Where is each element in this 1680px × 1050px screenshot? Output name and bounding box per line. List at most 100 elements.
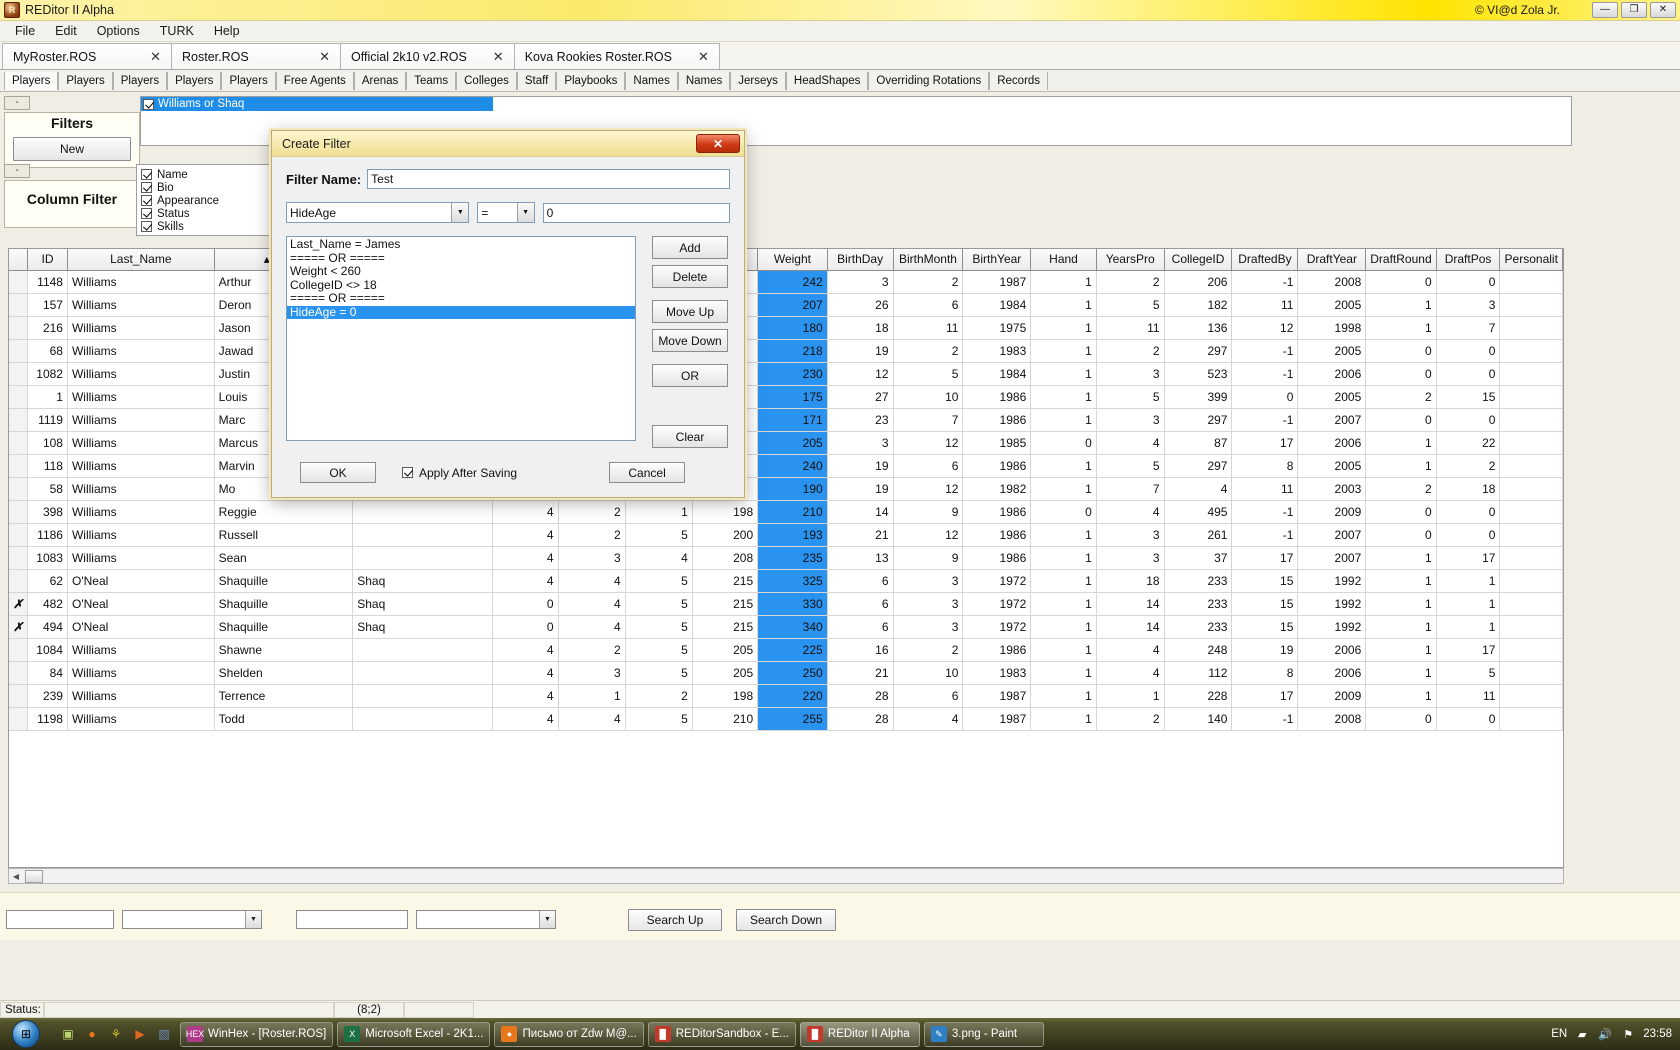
- cell-birthmonth[interactable]: 2: [893, 638, 963, 661]
- section-tab-players-2[interactable]: Players: [113, 72, 167, 90]
- cell-draftpos[interactable]: 22: [1436, 431, 1500, 454]
- cell-yearspro[interactable]: 4: [1096, 431, 1164, 454]
- cell-personality[interactable]: [1500, 339, 1563, 362]
- table-row[interactable]: 239WilliamsTerrence412198220286198711228…: [9, 684, 1563, 707]
- cell-yearspro[interactable]: 4: [1096, 638, 1164, 661]
- chevron-down-icon[interactable]: ▼: [451, 203, 468, 222]
- cell-birthday[interactable]: 6: [827, 615, 893, 638]
- cell-collegeid[interactable]: 297: [1164, 339, 1232, 362]
- cell-hand[interactable]: 1: [1031, 362, 1097, 385]
- cell-id[interactable]: 1198: [28, 707, 68, 730]
- section-tab-players-1[interactable]: Players: [58, 72, 112, 90]
- cell-birthyear[interactable]: 1972: [963, 592, 1031, 615]
- cell-nickname[interactable]: [353, 661, 493, 684]
- table-row[interactable]: 216WilliamsJason180181119751111361219981…: [9, 316, 1563, 339]
- cell-c6[interactable]: 2: [558, 523, 625, 546]
- cell-last_name[interactable]: O'Neal: [67, 615, 214, 638]
- scroll-left-icon[interactable]: ◀: [9, 869, 23, 883]
- section-tab-players-3[interactable]: Players: [167, 72, 221, 90]
- cell-hand[interactable]: 1: [1031, 592, 1097, 615]
- cell-c5[interactable]: 4: [493, 546, 558, 569]
- cell-draftyear[interactable]: 1998: [1298, 316, 1366, 339]
- cell-draftedby[interactable]: 19: [1232, 638, 1298, 661]
- network-icon[interactable]: ▰: [1574, 1026, 1590, 1042]
- cell-birthday[interactable]: 19: [827, 339, 893, 362]
- cell-birthyear[interactable]: 1983: [963, 339, 1031, 362]
- cell-personality[interactable]: [1500, 707, 1563, 730]
- add-button[interactable]: Add: [652, 236, 728, 259]
- cell-c6[interactable]: 4: [558, 592, 625, 615]
- cell-draftround[interactable]: 0: [1366, 362, 1436, 385]
- cell-rowhdr[interactable]: [9, 523, 28, 546]
- cell-draftyear[interactable]: 1992: [1298, 569, 1366, 592]
- cell-rowhdr[interactable]: [9, 316, 28, 339]
- cell-c6[interactable]: 4: [558, 615, 625, 638]
- cell-height[interactable]: 215: [692, 615, 757, 638]
- menu-item-edit[interactable]: Edit: [46, 22, 86, 40]
- cell-id[interactable]: 216: [28, 316, 68, 339]
- cell-rowhdr[interactable]: [9, 408, 28, 431]
- cell-collegeid[interactable]: 495: [1164, 500, 1232, 523]
- cell-collegeid[interactable]: 206: [1164, 270, 1232, 293]
- cell-c6[interactable]: 2: [558, 638, 625, 661]
- cell-birthmonth[interactable]: 2: [893, 270, 963, 293]
- cell-birthmonth[interactable]: 7: [893, 408, 963, 431]
- cell-height[interactable]: 200: [692, 523, 757, 546]
- cell-yearspro[interactable]: 5: [1096, 293, 1164, 316]
- cell-rowhdr[interactable]: [9, 270, 28, 293]
- cell-id[interactable]: 1082: [28, 362, 68, 385]
- language-indicator[interactable]: EN: [1551, 1028, 1567, 1040]
- cell-id[interactable]: 1: [28, 385, 68, 408]
- cell-birthmonth[interactable]: 5: [893, 362, 963, 385]
- cell-draftyear[interactable]: 2009: [1298, 684, 1366, 707]
- cell-draftyear[interactable]: 2006: [1298, 661, 1366, 684]
- cell-weight[interactable]: 180: [758, 316, 828, 339]
- cell-draftedby[interactable]: 8: [1232, 454, 1298, 477]
- column-header-birthyear[interactable]: BirthYear: [963, 249, 1031, 270]
- cell-c5[interactable]: 4: [493, 500, 558, 523]
- cell-height[interactable]: 215: [692, 569, 757, 592]
- condition-item[interactable]: CollegeID <> 18: [287, 279, 635, 293]
- cell-draftpos[interactable]: 11: [1436, 684, 1500, 707]
- cell-birthday[interactable]: 28: [827, 707, 893, 730]
- cell-c7[interactable]: 5: [625, 592, 692, 615]
- cell-yearspro[interactable]: 7: [1096, 477, 1164, 500]
- cell-personality[interactable]: [1500, 270, 1563, 293]
- cell-id[interactable]: 1083: [28, 546, 68, 569]
- delete-button[interactable]: Delete: [652, 265, 728, 288]
- search-up-button[interactable]: Search Up: [628, 909, 722, 931]
- cell-draftedby[interactable]: 11: [1232, 293, 1298, 316]
- cell-last_name[interactable]: Williams: [67, 523, 214, 546]
- utility-icon[interactable]: ⚘: [106, 1024, 126, 1044]
- document-tab-official-2k10[interactable]: Official 2k10 v2.ROS ✕: [340, 43, 515, 69]
- cell-birthyear[interactable]: 1986: [963, 546, 1031, 569]
- cell-birthmonth[interactable]: 12: [893, 477, 963, 500]
- column-header-personality[interactable]: Personalit: [1500, 249, 1563, 270]
- chevron-down-icon[interactable]: ▼: [245, 911, 261, 928]
- cell-draftround[interactable]: 1: [1366, 592, 1436, 615]
- cell-collegeid[interactable]: 399: [1164, 385, 1232, 408]
- taskbar-button[interactable]: ●Письмо от Zdw M@...: [494, 1022, 643, 1047]
- filters-collapse-button[interactable]: -: [4, 96, 30, 110]
- cell-draftpos[interactable]: 17: [1436, 546, 1500, 569]
- section-tab-players-4[interactable]: Players: [221, 72, 275, 90]
- cell-id[interactable]: 494: [28, 615, 68, 638]
- cell-hand[interactable]: 0: [1031, 500, 1097, 523]
- cell-c5[interactable]: 0: [493, 615, 558, 638]
- cell-id[interactable]: 118: [28, 454, 68, 477]
- cell-draftpos[interactable]: 3: [1436, 293, 1500, 316]
- cell-nickname[interactable]: [353, 707, 493, 730]
- cell-draftpos[interactable]: 0: [1436, 707, 1500, 730]
- cell-personality[interactable]: [1500, 408, 1563, 431]
- cell-draftyear[interactable]: 2007: [1298, 523, 1366, 546]
- cell-hand[interactable]: 1: [1031, 615, 1097, 638]
- cell-birthday[interactable]: 18: [827, 316, 893, 339]
- cell-rowhdr[interactable]: [9, 385, 28, 408]
- cell-yearspro[interactable]: 3: [1096, 546, 1164, 569]
- operator-combo[interactable]: = ▼: [477, 202, 534, 223]
- new-filter-button[interactable]: New: [13, 137, 131, 161]
- cell-weight[interactable]: 255: [758, 707, 828, 730]
- taskbar-button[interactable]: HEXWinHex - [Roster.ROS]: [180, 1022, 333, 1047]
- cell-rowhdr[interactable]: ✗: [9, 615, 28, 638]
- cell-weight[interactable]: 175: [758, 385, 828, 408]
